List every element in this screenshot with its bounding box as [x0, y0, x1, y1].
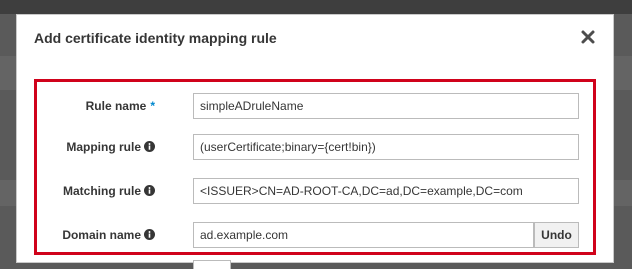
mapping-rule-input[interactable]	[193, 134, 579, 160]
matching-rule-label: Matching rule	[63, 184, 155, 198]
rule-name-row: Rule name *	[17, 91, 615, 121]
dialog-title: Add certificate identity mapping rule	[34, 30, 277, 46]
close-icon	[581, 30, 595, 44]
close-button[interactable]	[580, 29, 596, 45]
matching-rule-input[interactable]	[193, 178, 579, 204]
matching-rule-row: Matching rule	[17, 176, 615, 206]
info-icon[interactable]	[144, 141, 155, 152]
mapping-rule-label: Mapping rule	[66, 140, 155, 154]
info-icon[interactable]	[144, 229, 155, 240]
rule-name-label: Rule name *	[85, 99, 155, 113]
background-header-band	[0, 0, 632, 14]
required-marker: *	[150, 99, 155, 113]
domain-name-row: Domain name Undo	[17, 220, 615, 250]
info-icon[interactable]	[144, 185, 155, 196]
dialog-header: Add certificate identity mapping rule	[17, 15, 613, 61]
mapping-rule-row: Mapping rule	[17, 132, 615, 162]
domain-name-label: Domain name	[62, 228, 155, 242]
rule-name-input[interactable]	[193, 93, 579, 119]
domain-name-input[interactable]	[193, 222, 534, 248]
partially-visible-field[interactable]	[193, 260, 231, 269]
add-certificate-mapping-dialog: Add certificate identity mapping rule Ru…	[16, 14, 615, 269]
undo-button[interactable]: Undo	[534, 222, 579, 248]
